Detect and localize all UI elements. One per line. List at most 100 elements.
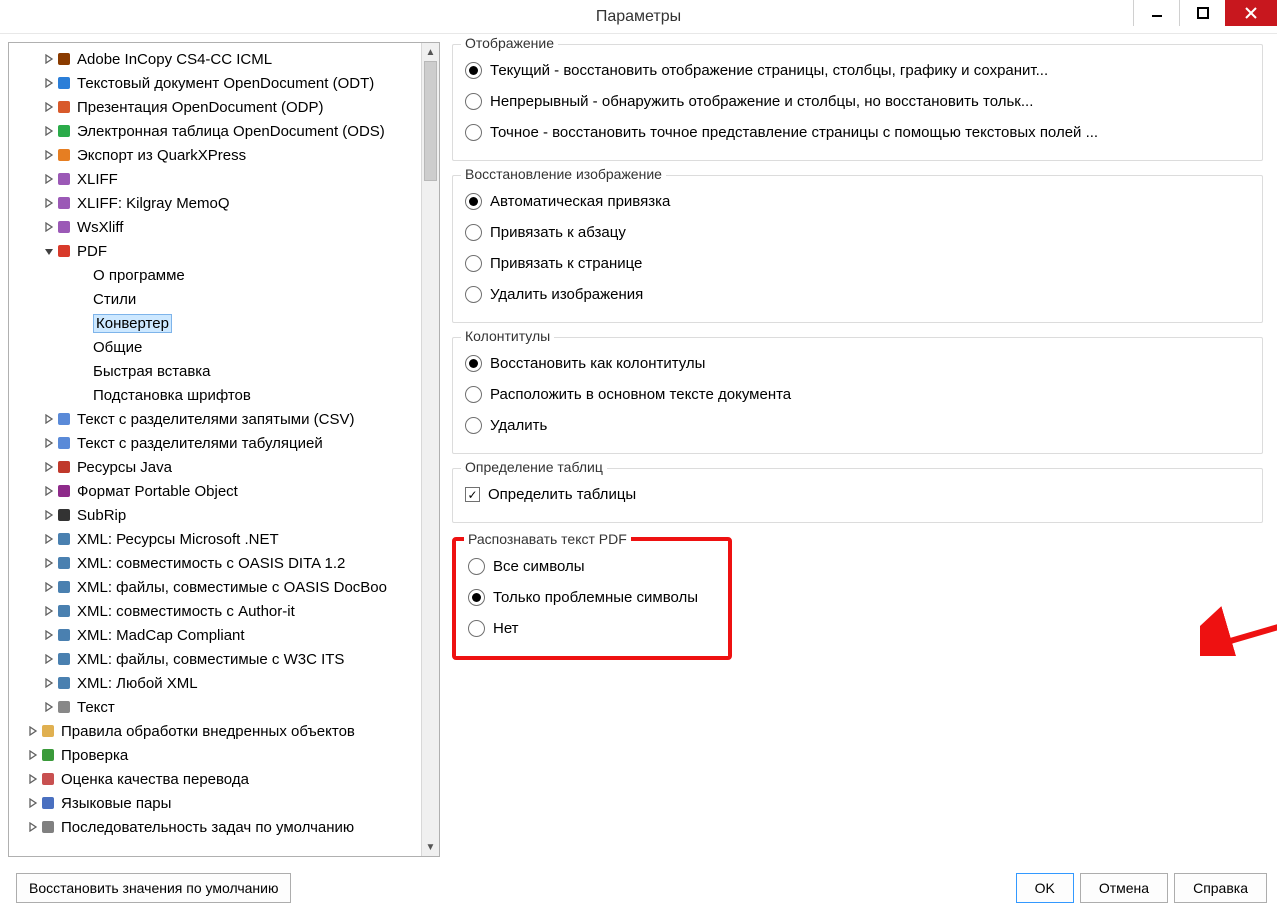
scrollbar[interactable]: ▲ ▼ [421, 43, 439, 856]
radio-headers-2[interactable]: Удалить [465, 410, 1250, 441]
scroll-up-icon[interactable]: ▲ [422, 43, 439, 61]
restore-defaults-button[interactable]: Восстановить значения по умолчанию [16, 873, 291, 903]
radio-ocr-1[interactable]: Только проблемные символы [468, 582, 716, 613]
ok-button[interactable]: OK [1016, 873, 1074, 903]
chevron-right-icon[interactable] [27, 821, 39, 833]
tree-item[interactable]: Общие [13, 335, 421, 359]
radio-image-3[interactable]: Удалить изображения [465, 279, 1250, 310]
tree-item[interactable]: Последовательность задач по умолчанию [13, 815, 421, 839]
chevron-right-icon[interactable] [43, 53, 55, 65]
tree-item[interactable]: XML: совместимость с Author-it [13, 599, 421, 623]
chevron-right-icon[interactable] [43, 653, 55, 665]
chevron-right-icon[interactable] [43, 605, 55, 617]
radio-image-1[interactable]: Привязать к абзацу [465, 217, 1250, 248]
radio-image-2[interactable]: Привязать к странице [465, 248, 1250, 279]
tree-item[interactable]: Оценка качества перевода [13, 767, 421, 791]
tree-item[interactable]: Языковые пары [13, 791, 421, 815]
tree-item[interactable]: Текстовый документ OpenDocument (ODT) [13, 71, 421, 95]
chevron-right-icon[interactable] [43, 701, 55, 713]
chevron-right-icon[interactable] [43, 533, 55, 545]
tree-item[interactable]: Подстановка шрифтов [13, 383, 421, 407]
tree-item[interactable]: Стили [13, 287, 421, 311]
chevron-right-icon[interactable] [27, 725, 39, 737]
group-image-recovery: Восстановление изображение Автоматическа… [452, 175, 1263, 323]
tree-item[interactable]: XML: файлы, совместимые с W3C ITS [13, 647, 421, 671]
tree-item[interactable]: XML: файлы, совместимые с OASIS DocBoo [13, 575, 421, 599]
radio-icon [465, 193, 482, 210]
tree-item[interactable]: Правила обработки внедренных объектов [13, 719, 421, 743]
radio-headers-0[interactable]: Восстановить как колонтитулы [465, 348, 1250, 379]
checkbox-detect-tables[interactable]: Определить таблицы [465, 479, 1250, 510]
tree-item[interactable]: XML: Ресурсы Microsoft .NET [13, 527, 421, 551]
tree-item[interactable]: Текст [13, 695, 421, 719]
chevron-right-icon[interactable] [27, 749, 39, 761]
chevron-right-icon[interactable] [43, 197, 55, 209]
tree-item[interactable]: XML: Любой XML [13, 671, 421, 695]
chevron-right-icon[interactable] [43, 173, 55, 185]
chevron-right-icon[interactable] [43, 221, 55, 233]
chevron-right-icon[interactable] [43, 125, 55, 137]
tree-item[interactable]: О программе [13, 263, 421, 287]
tree-item[interactable]: Быстрая вставка [13, 359, 421, 383]
radio-ocr-0[interactable]: Все символы [468, 551, 716, 582]
maximize-button[interactable] [1179, 0, 1225, 26]
tree-item[interactable]: Adobe InCopy CS4-CC ICML [13, 47, 421, 71]
radio-label: Текущий - восстановить отображение стран… [490, 62, 1048, 79]
chevron-right-icon[interactable] [43, 557, 55, 569]
expander-none [59, 341, 71, 353]
chevron-right-icon[interactable] [43, 149, 55, 161]
chevron-right-icon[interactable] [43, 77, 55, 89]
radio-display-0[interactable]: Текущий - восстановить отображение стран… [465, 55, 1250, 86]
tree-item[interactable]: PDF [13, 239, 421, 263]
tree[interactable]: Adobe InCopy CS4-CC ICMLТекстовый докуме… [9, 43, 421, 856]
radio-image-0[interactable]: Автоматическая привязка [465, 186, 1250, 217]
help-button[interactable]: Справка [1174, 873, 1267, 903]
close-button[interactable] [1225, 0, 1277, 26]
radio-ocr-2[interactable]: Нет [468, 613, 716, 644]
tree-item[interactable]: XLIFF: Kilgray MemoQ [13, 191, 421, 215]
tree-item[interactable]: XML: совместимость с OASIS DITA 1.2 [13, 551, 421, 575]
chevron-right-icon[interactable] [43, 485, 55, 497]
chevron-right-icon[interactable] [43, 413, 55, 425]
chevron-right-icon[interactable] [43, 581, 55, 593]
scroll-thumb[interactable] [424, 61, 437, 181]
tree-item[interactable]: Проверка [13, 743, 421, 767]
chevron-right-icon[interactable] [27, 797, 39, 809]
radio-headers-1[interactable]: Расположить в основном тексте документа [465, 379, 1250, 410]
tree-item[interactable]: XLIFF [13, 167, 421, 191]
tree-item-label: Презентация OpenDocument (ODP) [77, 99, 324, 116]
cancel-button[interactable]: Отмена [1080, 873, 1168, 903]
tree-item[interactable]: Ресурсы Java [13, 455, 421, 479]
radio-icon [465, 255, 482, 272]
chevron-right-icon[interactable] [43, 629, 55, 641]
tree-item[interactable]: Презентация OpenDocument (ODP) [13, 95, 421, 119]
chevron-down-icon[interactable] [43, 245, 55, 257]
radio-label: Привязать к абзацу [490, 224, 626, 241]
checkbox-icon [465, 487, 480, 502]
tree-item[interactable]: Формат Portable Object [13, 479, 421, 503]
chevron-right-icon[interactable] [27, 773, 39, 785]
chevron-right-icon[interactable] [43, 509, 55, 521]
tree-item[interactable]: Экспорт из QuarkXPress [13, 143, 421, 167]
group-tables: Определение таблиц Определить таблицы [452, 468, 1263, 523]
tree-item[interactable]: WsXliff [13, 215, 421, 239]
tree-item[interactable]: XML: MadCap Compliant [13, 623, 421, 647]
tree-item[interactable]: Текст с разделителями запятыми (CSV) [13, 407, 421, 431]
minimize-button[interactable] [1133, 0, 1179, 26]
tree-item[interactable]: Конвертер [13, 311, 421, 335]
group-ocr: Распознавать текст PDF Все символыТолько… [452, 537, 732, 660]
tree-item[interactable]: Электронная таблица OpenDocument (ODS) [13, 119, 421, 143]
tree-item[interactable]: SubRip [13, 503, 421, 527]
scroll-track[interactable] [422, 61, 439, 838]
chevron-right-icon[interactable] [43, 101, 55, 113]
chevron-right-icon[interactable] [43, 677, 55, 689]
chevron-right-icon[interactable] [43, 461, 55, 473]
scroll-down-icon[interactable]: ▼ [422, 838, 439, 856]
chevron-right-icon[interactable] [43, 437, 55, 449]
tree-item-label: Оценка качества перевода [61, 771, 249, 788]
radio-display-2[interactable]: Точное - восстановить точное представлен… [465, 117, 1250, 148]
tree-item-label: Ресурсы Java [77, 459, 172, 476]
tree-item[interactable]: Текст с разделителями табуляцией [13, 431, 421, 455]
file-type-icon [57, 699, 73, 715]
radio-display-1[interactable]: Непрерывный - обнаружить отображение и с… [465, 86, 1250, 117]
